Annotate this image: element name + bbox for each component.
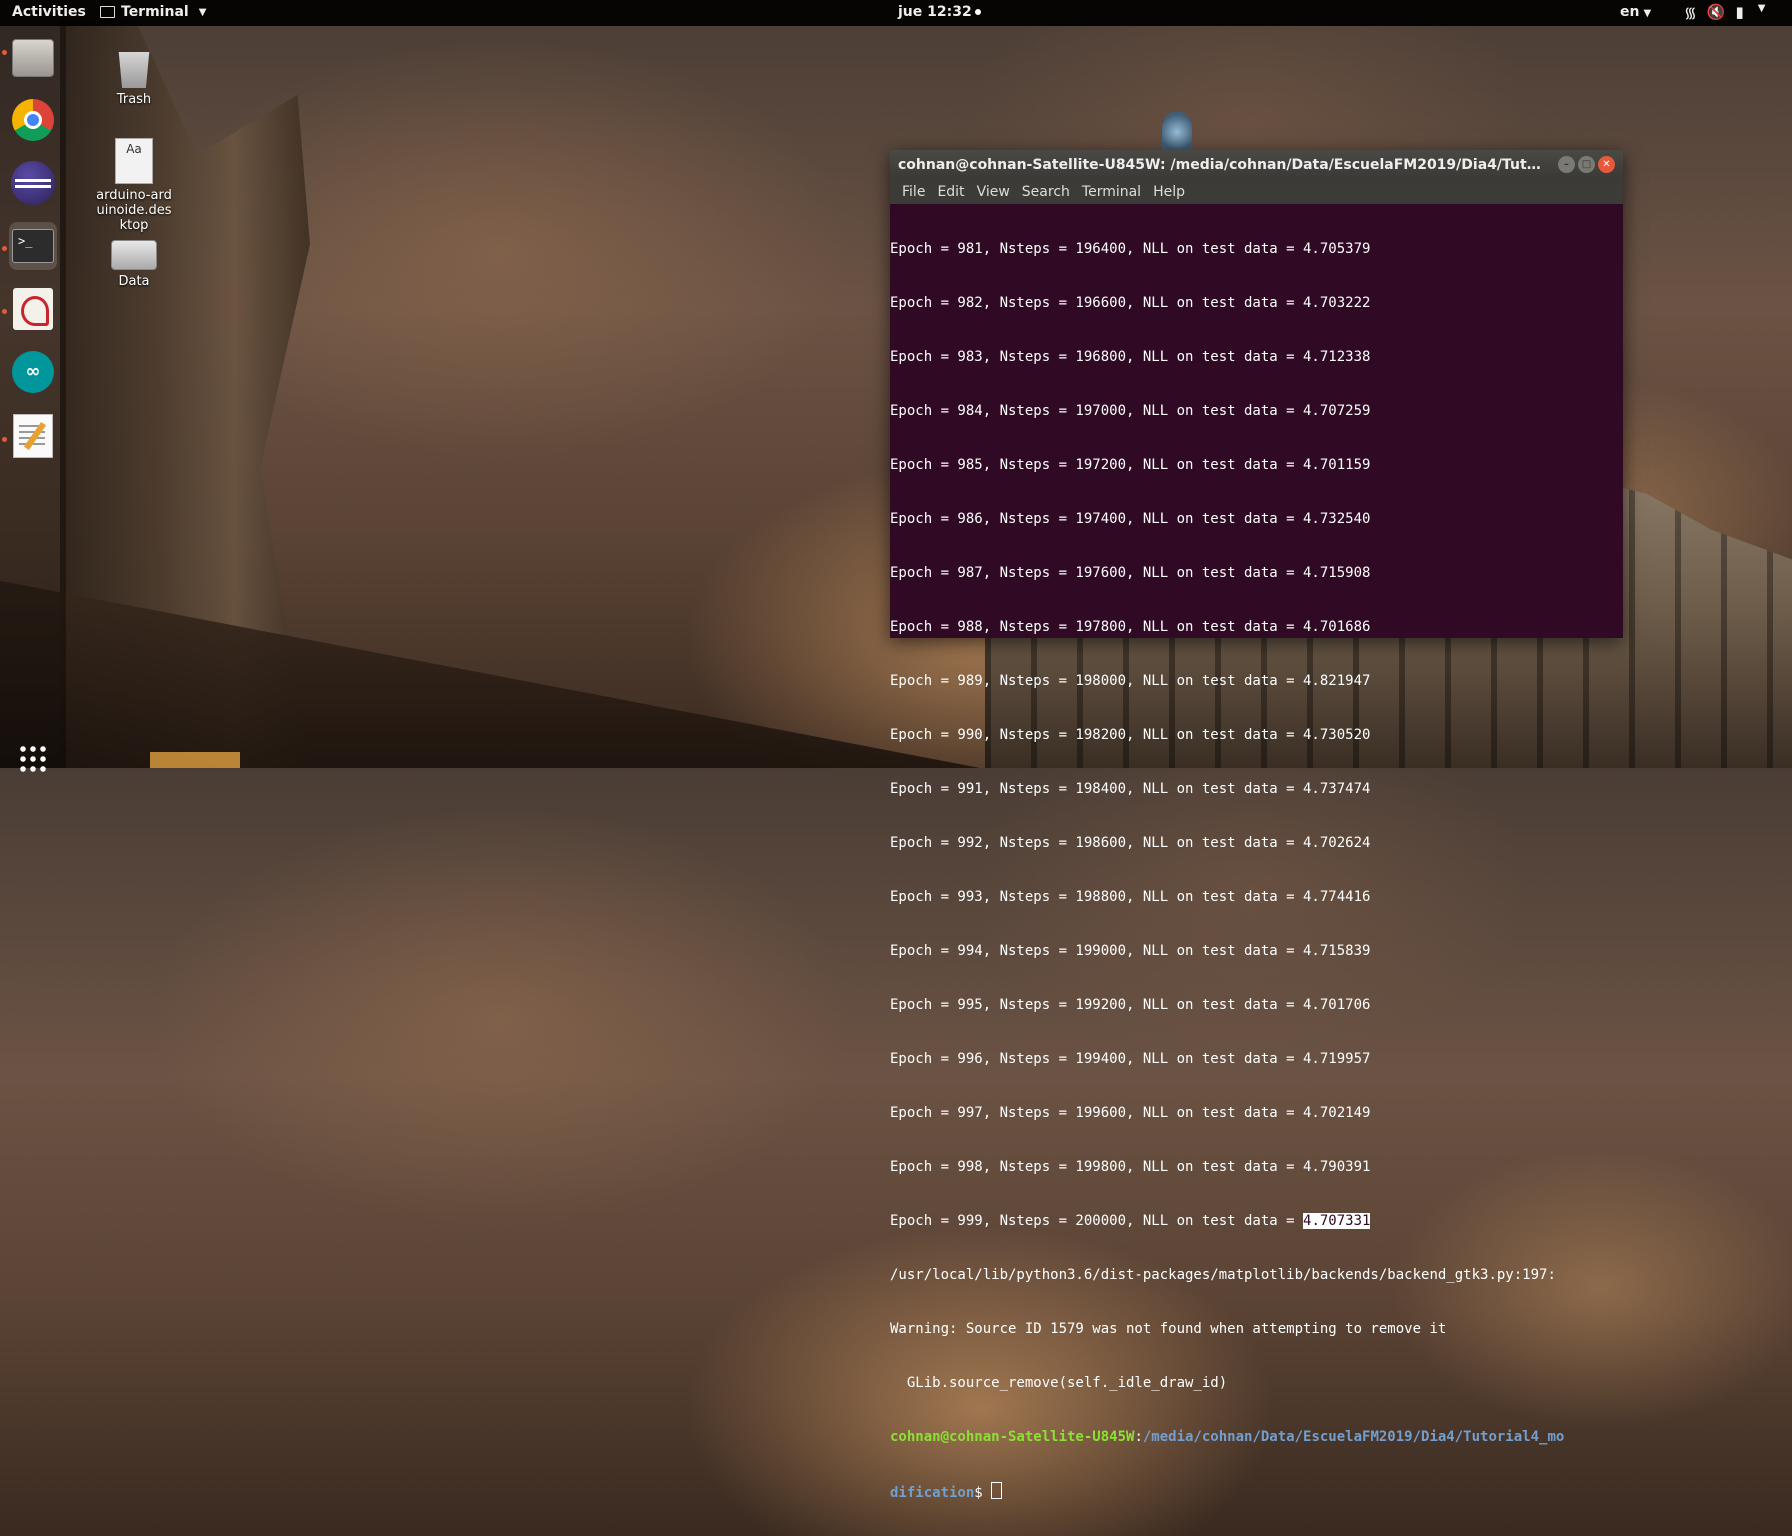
output-line: Epoch = 994, Nsteps = 199000, NLL on tes… (890, 943, 1371, 959)
app-menu-label: Terminal (121, 4, 189, 20)
battery-icon: ▮ (1735, 3, 1744, 21)
prompt-path: /media/cohnan/Data/EscuelaFM2019/Dia4/Tu… (1142, 1429, 1565, 1445)
prompt-symbol: $ (974, 1485, 992, 1501)
output-line: Epoch = 990, Nsteps = 198200, NLL on tes… (890, 727, 1371, 743)
desktop-trash[interactable]: Trash (84, 48, 184, 107)
chevron-down-icon: ▼ (1643, 8, 1652, 19)
arduino-icon: ∞ (12, 351, 54, 393)
activities-button[interactable]: Activities (12, 4, 86, 20)
output-line: Epoch = 989, Nsteps = 198000, NLL on tes… (890, 673, 1371, 689)
top-bar: Activities Terminal ▼ jue 12:32 en ▼ ᯾ 🔇 … (0, 0, 1792, 26)
terminal-app-icon (100, 6, 115, 18)
eclipse-icon (11, 161, 55, 205)
running-indicator (2, 309, 7, 314)
system-tray[interactable]: ᯾ 🔇 ▮ ▼ (1684, 3, 1765, 23)
close-button[interactable]: ✕ (1598, 156, 1615, 173)
output-line: Epoch = 993, Nsteps = 198800, NLL on tes… (890, 889, 1371, 905)
warning-line: Warning: Source ID 1579 was not found wh… (890, 1321, 1447, 1337)
drive-icon (111, 240, 157, 270)
dock: >_ ∞ (0, 26, 66, 774)
prompt-user: cohnan@cohnan-Satellite-U845W (890, 1429, 1135, 1445)
text-editor-icon (13, 414, 53, 458)
dock-chrome[interactable] (9, 96, 57, 144)
prompt-separator: : (1134, 1429, 1143, 1445)
prompt-line-continued: dification$ (890, 1482, 1623, 1501)
warning-line: /usr/local/lib/python3.6/dist-packages/m… (890, 1267, 1556, 1283)
clock-label: jue 12:32 (898, 4, 972, 20)
chevron-down-icon: ▼ (1757, 3, 1766, 14)
language-selector[interactable]: en ▼ (1620, 4, 1651, 20)
files-icon (12, 39, 54, 77)
trash-label: Trash (116, 92, 152, 107)
desktop-data-drive[interactable]: Data (84, 230, 184, 289)
output-line: Epoch = 986, Nsteps = 197400, NLL on tes… (890, 511, 1371, 527)
drive-label: Data (118, 274, 150, 289)
chevron-down-icon: ▼ (198, 6, 207, 18)
running-indicator (2, 50, 7, 55)
menu-view[interactable]: View (971, 184, 1016, 200)
wifi-icon: ᯾ (1684, 4, 1697, 22)
output-line-last: Epoch = 999, Nsteps = 200000, NLL on tes… (890, 1212, 1623, 1230)
selected-value: 4.707331 (1303, 1213, 1371, 1229)
maximize-button[interactable]: □ (1578, 156, 1595, 173)
app-menu[interactable]: Terminal ▼ (100, 4, 206, 20)
output-line: Epoch = 982, Nsteps = 196600, NLL on tes… (890, 295, 1371, 311)
show-applications-icon[interactable] (18, 744, 48, 774)
output-line: Epoch = 991, Nsteps = 198400, NLL on tes… (890, 781, 1371, 797)
dock-pdf-viewer[interactable] (9, 285, 57, 333)
running-indicator (2, 246, 7, 251)
dock-text-editor[interactable] (9, 412, 57, 460)
warning-line: GLib.source_remove(self._idle_draw_id) (890, 1375, 1228, 1391)
document-icon: Aa (115, 138, 153, 184)
output-line: Epoch = 995, Nsteps = 199200, NLL on tes… (890, 997, 1371, 1013)
desktop-arduino-launcher[interactable]: Aa arduino-arduinoide.desktop (84, 138, 184, 233)
output-line: Epoch = 997, Nsteps = 199600, NLL on tes… (890, 1105, 1371, 1121)
wallpaper-window-glow (150, 752, 240, 768)
dock-terminal[interactable]: >_ (9, 222, 57, 270)
menu-help[interactable]: Help (1147, 184, 1191, 200)
prompt-line: cohnan@cohnan-Satellite-U845W:/media/coh… (890, 1428, 1623, 1446)
output-line: Epoch = 984, Nsteps = 197000, NLL on tes… (890, 403, 1371, 419)
menu-search[interactable]: Search (1016, 184, 1076, 200)
dock-eclipse[interactable] (9, 159, 57, 207)
output-line: Epoch = 998, Nsteps = 199800, NLL on tes… (890, 1159, 1371, 1175)
chrome-icon (12, 99, 54, 141)
output-line: Epoch = 996, Nsteps = 199400, NLL on tes… (890, 1051, 1371, 1067)
dock-files[interactable] (9, 34, 57, 82)
output-line: Epoch = 985, Nsteps = 197200, NLL on tes… (890, 457, 1371, 473)
output-line: Epoch = 983, Nsteps = 196800, NLL on tes… (890, 349, 1371, 365)
notification-dot-icon (974, 9, 981, 15)
terminal-window[interactable]: cohnan@cohnan-Satellite-U845W: /media/co… (890, 150, 1623, 1501)
wallpaper-spire (1162, 112, 1192, 152)
prompt-path-continued: dification (890, 1485, 975, 1501)
terminal-titlebar[interactable]: cohnan@cohnan-Satellite-U845W: /media/co… (890, 150, 1623, 180)
volume-muted-icon: 🔇 (1706, 3, 1726, 21)
terminal-title: cohnan@cohnan-Satellite-U845W: /media/co… (898, 157, 1548, 173)
menu-terminal[interactable]: Terminal (1076, 184, 1147, 200)
trash-icon (118, 52, 150, 88)
output-line: Epoch = 981, Nsteps = 196400, NLL on tes… (890, 241, 1371, 257)
output-line: Epoch = 987, Nsteps = 197600, NLL on tes… (890, 565, 1371, 581)
dock-arduino[interactable]: ∞ (9, 348, 57, 396)
last-line-prefix: Epoch = 999, Nsteps = 200000, NLL on tes… (890, 1213, 1304, 1229)
minimize-button[interactable]: – (1558, 156, 1575, 173)
clock[interactable]: jue 12:32 (898, 4, 981, 20)
menu-file[interactable]: File (896, 184, 931, 200)
text-cursor[interactable] (991, 1482, 1003, 1499)
output-line: Epoch = 992, Nsteps = 198600, NLL on tes… (890, 835, 1371, 851)
terminal-menubar: File Edit View Search Terminal Help (890, 180, 1623, 204)
pdf-viewer-icon (13, 288, 53, 330)
output-line: Epoch = 988, Nsteps = 197800, NLL on tes… (890, 619, 1371, 635)
running-indicator (2, 437, 7, 442)
menu-edit[interactable]: Edit (931, 184, 970, 200)
terminal-icon: >_ (12, 229, 54, 263)
launcher-label: arduino-arduinoide.desktop (96, 188, 172, 233)
language-label: en (1620, 4, 1640, 20)
terminal-output[interactable]: Epoch = 981, Nsteps = 196400, NLL on tes… (890, 204, 1623, 1536)
